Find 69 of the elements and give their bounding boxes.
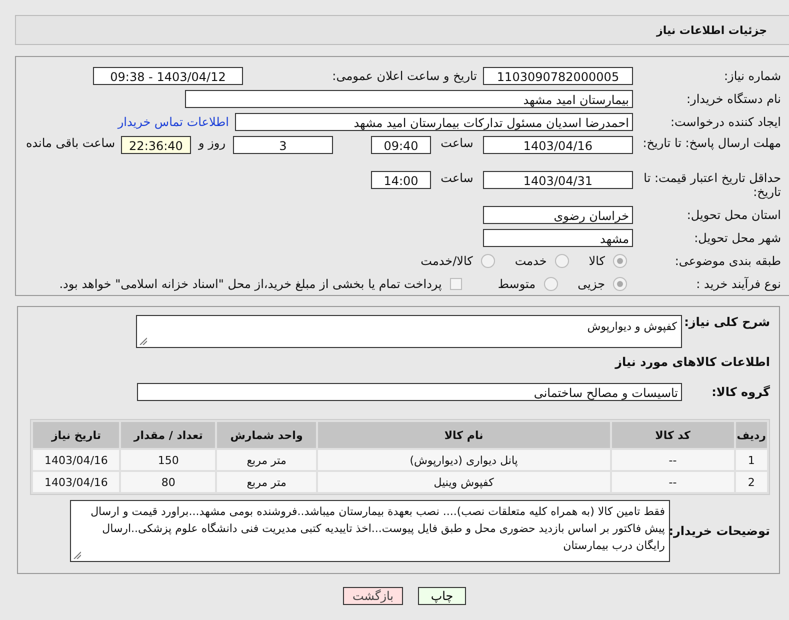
radio-label: کالا	[588, 254, 605, 268]
table-cell: پانل دیواری (دیوارپوش)	[318, 450, 610, 470]
field-label: نام دستگاه خریدار:	[686, 92, 781, 106]
field-label: گروه کالا:	[710, 385, 770, 399]
radio-button[interactable]	[544, 277, 558, 291]
back-button[interactable]: بازگشت	[343, 587, 403, 605]
table-cell: 1	[736, 450, 767, 470]
resize-grip-icon[interactable]	[139, 337, 147, 345]
buyer-field: بیمارستان امید مشهد	[185, 90, 633, 108]
field-label: ساعت	[440, 136, 474, 150]
field-label: نوع فرآیند خرید :	[695, 277, 781, 291]
creator-field: احمدرضا اسدیان مسئول تدارکات بیمارستان امید مشهد	[235, 113, 633, 131]
table-cell: متر مربع	[217, 450, 316, 470]
field-label: حداقل تاریخ اعتبار قیمت: تا تاریخ:	[642, 171, 781, 199]
field-label: مهلت ارسال پاسخ: تا تاریخ:	[642, 136, 781, 150]
remaining-time-field: 22:36:40	[121, 136, 191, 154]
table-cell: --	[612, 472, 734, 492]
table-cell: 80	[121, 472, 216, 492]
checkbox-label: پرداخت تمام یا بخشی از مبلغ خرید،از محل "اسناد خزانه اسلامی" خواهد بود.	[59, 277, 442, 291]
table-cell: 1403/04/16	[33, 472, 120, 492]
announce-date-field: 1403/04/12 - 09:38	[93, 67, 243, 85]
field-label: تاریخ و ساعت اعلان عمومی:	[331, 69, 478, 83]
field-label: طبقه بندی موضوعی:	[674, 254, 781, 268]
time-field: 09:40	[371, 136, 431, 154]
field-label: شرح کلی نیاز:	[683, 315, 770, 329]
days-field: 3	[233, 136, 333, 154]
section-title: اطلاعات کالاهای مورد نیاز	[614, 355, 770, 369]
radio-button[interactable]	[613, 277, 627, 291]
radio-button[interactable]	[480, 254, 495, 268]
date-field: 1403/04/16	[483, 136, 633, 154]
field-label: ایجاد کننده درخواست:	[669, 115, 781, 129]
column-header: تاریخ نیاز	[33, 422, 120, 448]
radio-button[interactable]	[554, 254, 569, 268]
radio-button[interactable]	[613, 254, 627, 268]
date-field: 1403/04/31	[483, 171, 633, 189]
field-label: شماره نیاز:	[723, 69, 781, 83]
column-header: تعداد / مقدار	[121, 422, 216, 448]
table-cell: متر مربع	[217, 472, 316, 492]
column-header: ردیف	[736, 422, 767, 448]
notes-field: فقط تامین کالا (به همراه کلیه متعلقات نصب).... نصب بعهدة بیمارستان میباشد..فروشنده بومی مشهد...براورد قیمت و ارسال پیش فاکتور بر اساس بازدید حضوری محل و طبق فایل پیوست...اخذ تاییدیه کتبی مدیریت فنی دانشگاه علوم پزشکی..ارسال رایگان درب بیمارستان	[70, 500, 670, 562]
field-label: ساعت	[440, 171, 474, 185]
field-label: روز و	[197, 136, 226, 150]
table-cell: 1403/04/16	[33, 450, 120, 470]
province-field: خراسان رضوی	[483, 206, 633, 224]
page-title: جزئیات اطلاعات نیاز	[656, 24, 767, 36]
need-number-field: 1103090782000005	[483, 67, 633, 85]
column-header: کد کالا	[612, 422, 734, 448]
print-button[interactable]: چاپ	[418, 587, 466, 605]
field-label: استان محل تحویل:	[686, 208, 781, 222]
goods-group-field: تاسیسات و مصالح ساختمانی	[137, 383, 682, 401]
description-field: کفپوش و دیوارپوش	[136, 315, 682, 348]
column-header: نام کالا	[318, 422, 610, 448]
table-cell: --	[612, 450, 734, 470]
radio-label: کالا/خدمت	[420, 254, 473, 268]
checkbox[interactable]	[450, 278, 462, 290]
radio-label: متوسط	[498, 277, 536, 291]
table-cell: کفپوش وینیل	[318, 472, 610, 492]
table-cell: 2	[736, 472, 767, 492]
column-header: واحد شمارش	[217, 422, 316, 448]
resize-grip-icon[interactable]	[73, 551, 81, 559]
contact-link[interactable]: اطلاعات تماس خریدار	[118, 115, 235, 129]
radio-label: خدمت	[514, 254, 547, 268]
time-field: 14:00	[371, 171, 431, 189]
table-cell: 150	[121, 450, 216, 470]
field-label: ساعت باقی مانده	[24, 136, 116, 150]
field-label: توضیحات خریدار:	[670, 524, 770, 538]
field-label: شهر محل تحویل:	[693, 231, 781, 245]
city-field: مشهد	[483, 229, 633, 247]
radio-label: جزیی	[578, 277, 605, 291]
